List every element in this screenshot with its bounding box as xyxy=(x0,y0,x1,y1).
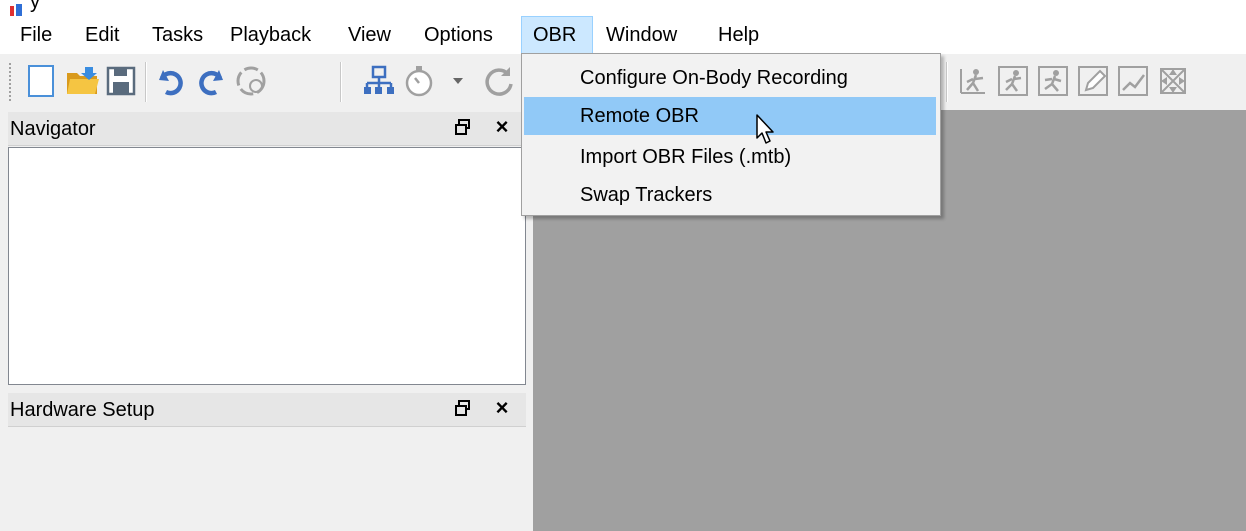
toolbar-separator xyxy=(340,62,342,102)
reset-icon[interactable] xyxy=(232,62,270,100)
toolbar-separator xyxy=(946,62,948,102)
undo-icon[interactable] xyxy=(152,62,190,100)
motion-icon[interactable] xyxy=(1034,62,1072,100)
menu-item-swap-trackers[interactable]: Swap Trackers xyxy=(524,176,936,214)
menu-item-import-obr-files[interactable]: Import OBR Files (.mtb) xyxy=(524,138,936,176)
hardware-setup-title: Hardware Setup xyxy=(10,399,155,421)
menu-help[interactable]: Help xyxy=(710,16,767,54)
window-title: y xyxy=(30,0,40,13)
menu-options[interactable]: Options xyxy=(416,16,501,54)
refresh-icon[interactable] xyxy=(480,62,518,100)
hardware-setup-title-bar[interactable]: Hardware Setup × xyxy=(8,393,526,427)
mouse-cursor-icon xyxy=(756,114,774,144)
menu-window[interactable]: Window xyxy=(598,16,685,54)
menu-edit[interactable]: Edit xyxy=(77,16,127,54)
navigator-panel[interactable] xyxy=(8,147,526,385)
menu-view[interactable]: View xyxy=(340,16,399,54)
float-window-icon[interactable] xyxy=(454,118,472,136)
navigator-title-bar[interactable]: Navigator × xyxy=(8,112,526,146)
menu-tasks[interactable]: Tasks xyxy=(144,16,211,54)
menu-item-remote-obr[interactable]: Remote OBR xyxy=(524,97,936,135)
runner-icon[interactable] xyxy=(994,62,1032,100)
obr-dropdown-menu: Configure On-Body Recording Remote OBR I… xyxy=(521,53,941,216)
close-icon[interactable]: × xyxy=(492,116,512,138)
redo-icon[interactable] xyxy=(192,62,230,100)
save-icon[interactable] xyxy=(102,62,140,100)
toolbar-grip[interactable] xyxy=(8,62,12,102)
menu-bar: File Edit Tasks Playback View Options OB… xyxy=(0,16,1246,54)
float-window-icon[interactable] xyxy=(454,399,472,417)
new-file-icon[interactable] xyxy=(22,62,60,100)
menu-playback[interactable]: Playback xyxy=(222,16,319,54)
pencil-icon[interactable] xyxy=(1074,62,1112,100)
title-bar: y xyxy=(0,0,1246,16)
close-icon[interactable]: × xyxy=(492,397,512,419)
graph-icon[interactable] xyxy=(1114,62,1152,100)
toolbar-separator xyxy=(145,62,147,102)
dropdown-arrow-icon[interactable] xyxy=(448,62,468,100)
menu-file[interactable]: File xyxy=(12,16,60,54)
navigator-title: Navigator xyxy=(10,118,96,140)
skeleton-icon[interactable] xyxy=(954,62,992,100)
open-folder-icon[interactable] xyxy=(64,62,102,100)
app-logo-icon xyxy=(10,4,22,16)
hardware-setup-panel[interactable] xyxy=(8,427,526,531)
menu-obr[interactable]: OBR xyxy=(521,16,593,54)
stopwatch-icon[interactable] xyxy=(400,62,438,100)
network-icon[interactable] xyxy=(360,62,398,100)
menu-item-configure-on-body-recording[interactable]: Configure On-Body Recording xyxy=(524,59,936,97)
expand-icon[interactable] xyxy=(1154,62,1192,100)
